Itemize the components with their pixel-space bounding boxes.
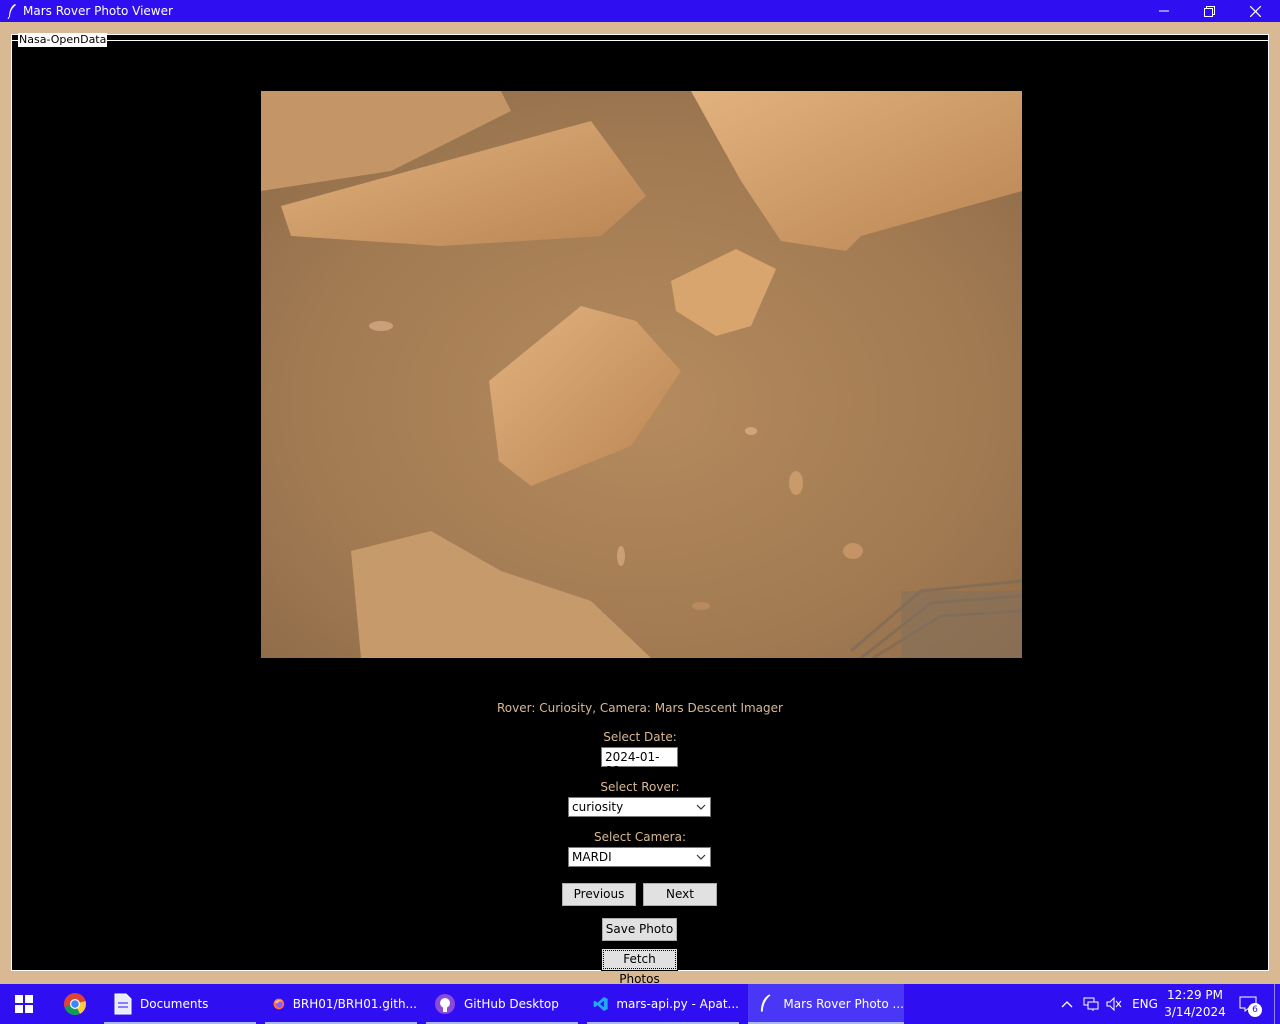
close-button[interactable] — [1232, 0, 1278, 22]
taskbar-label: mars-api.py - Apat... — [616, 997, 739, 1011]
window-title: Mars Rover Photo Viewer — [23, 4, 173, 18]
clock[interactable]: 12:29 PM 3/14/2024 — [1164, 984, 1226, 1024]
start-button[interactable] — [0, 984, 48, 1024]
taskbar-label: BRH01/BRH01.gith... — [292, 997, 417, 1011]
restore-button[interactable] — [1186, 0, 1232, 22]
windows-icon — [15, 995, 33, 1013]
feather-icon — [7, 4, 16, 19]
github-icon — [435, 994, 455, 1014]
title-bar: Mars Rover Photo Viewer — [0, 0, 1280, 22]
show-hidden-icons-button[interactable] — [1056, 984, 1078, 1024]
save-photo-button[interactable]: Save Photo — [602, 918, 677, 941]
volume-button[interactable] — [1103, 984, 1125, 1024]
taskbar-label: GitHub Desktop — [464, 997, 559, 1011]
minimize-button[interactable] — [1141, 0, 1187, 22]
taskbar-item-mars-viewer[interactable]: Mars Rover Photo ... — [748, 984, 904, 1024]
rover-label: Select Rover: — [600, 780, 680, 794]
camera-label: Select Camera: — [594, 830, 686, 844]
minimize-icon — [1159, 10, 1169, 12]
close-icon — [1249, 5, 1261, 17]
taskbar-item-chrome[interactable] — [54, 984, 96, 1024]
clock-time: 12:29 PM — [1167, 988, 1223, 1002]
rover-value: curiosity — [572, 800, 624, 814]
language-label: ENG — [1132, 997, 1158, 1011]
previous-button[interactable]: Previous — [562, 883, 636, 906]
network-button[interactable] — [1080, 984, 1102, 1024]
chevron-down-icon — [696, 854, 706, 860]
clock-date: 3/14/2024 — [1164, 1005, 1226, 1019]
language-indicator[interactable]: ENG — [1128, 984, 1162, 1024]
date-label: Select Date: — [603, 730, 677, 744]
taskbar-item-firefox[interactable]: BRH01/BRH01.gith... — [265, 984, 417, 1024]
frame-label: Nasa-OpenData — [18, 33, 108, 47]
photo-info: Rover: Curiosity, Camera: Mars Descent I… — [497, 701, 783, 715]
taskbar-label: Mars Rover Photo ... — [783, 997, 904, 1011]
document-icon — [114, 993, 132, 1015]
rover-select[interactable]: curiosity — [568, 797, 711, 817]
notification-count-badge: 6 — [1248, 1003, 1262, 1017]
taskbar-item-documents[interactable]: Documents — [104, 984, 256, 1024]
feather-icon — [760, 994, 771, 1012]
taskbar-item-vscode[interactable]: mars-api.py - Apat... — [587, 984, 739, 1024]
camera-value: MARDI — [572, 850, 612, 864]
chrome-icon — [64, 993, 86, 1015]
restore-icon — [1203, 5, 1215, 17]
date-input[interactable]: 2024-01-09 — [601, 747, 678, 778]
rover-photo — [261, 91, 1022, 658]
taskbar: Documents BRH01/BRH01.gith... GitHub Des… — [0, 984, 1280, 1024]
frame-divider — [11, 40, 1269, 41]
next-button[interactable]: Next — [643, 883, 717, 906]
chevron-down-icon — [696, 804, 706, 810]
fetch-photos-button[interactable]: Fetch Photos — [601, 948, 678, 986]
firefox-icon — [273, 998, 285, 1010]
show-desktop-divider[interactable] — [1274, 984, 1275, 1024]
vscode-icon — [593, 996, 608, 1012]
taskbar-item-github-desktop[interactable]: GitHub Desktop — [426, 984, 578, 1024]
network-icon — [1083, 997, 1099, 1011]
volume-muted-icon — [1106, 997, 1122, 1011]
camera-select[interactable]: MARDI — [568, 847, 711, 867]
chevron-up-icon — [1061, 1001, 1073, 1008]
action-center-button[interactable]: 6 — [1232, 984, 1264, 1024]
taskbar-label: Documents — [140, 997, 209, 1011]
